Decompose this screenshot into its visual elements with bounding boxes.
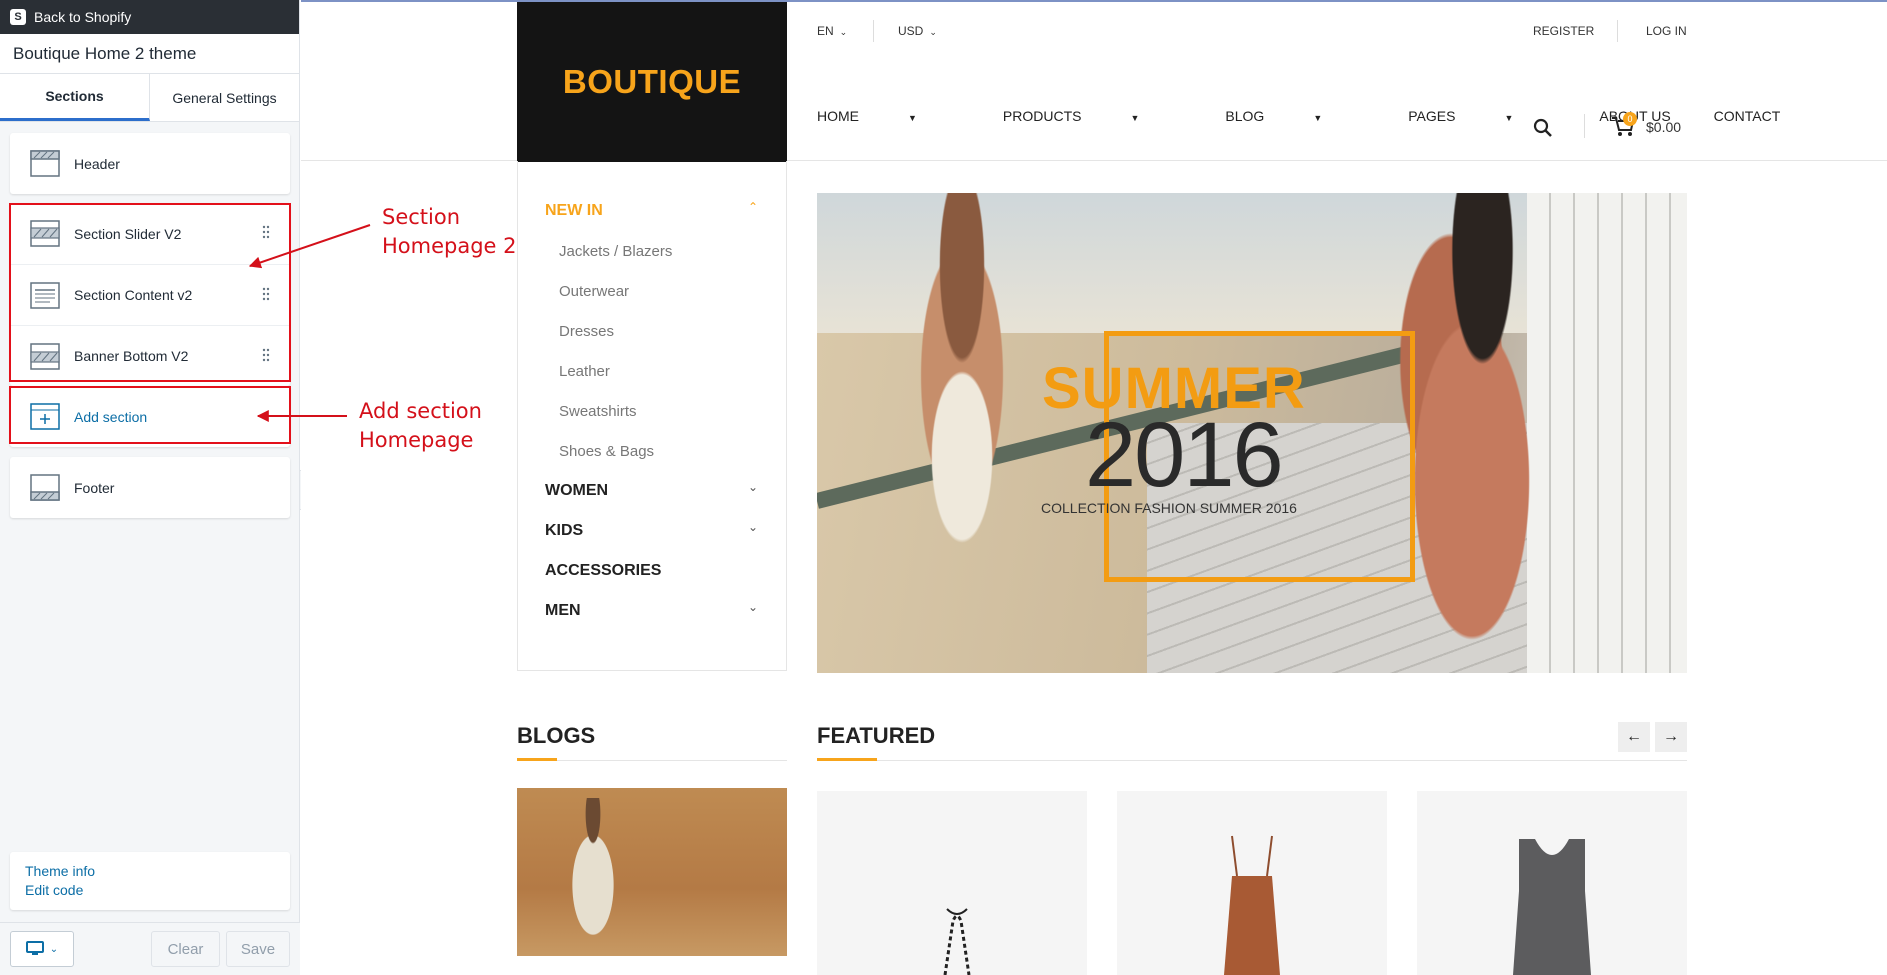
nav-products[interactable]: PRODUCTS ▼ <box>1003 108 1182 124</box>
language-value: EN <box>817 24 834 38</box>
product-card[interactable] <box>817 791 1087 975</box>
shopify-bag-icon: S <box>10 9 26 25</box>
section-label: Header <box>74 155 120 172</box>
sidebar-tabs: Sections General Settings <box>0 74 299 122</box>
subcategory-item[interactable]: Leather <box>559 363 610 380</box>
product-card[interactable] <box>1117 791 1387 975</box>
chevron-down-icon: ⌄ <box>929 27 937 37</box>
language-selector[interactable]: EN ⌄ <box>817 24 847 38</box>
hero-slider[interactable]: SUMMER 2016 COLLECTION FASHION SUMMER 20… <box>817 193 1687 673</box>
back-to-shopify-link[interactable]: S Back to Shopify <box>0 0 299 34</box>
header-section-icon <box>30 150 60 177</box>
category-kids[interactable]: KIDS <box>545 522 583 540</box>
register-link[interactable]: REGISTER <box>1533 24 1594 38</box>
arrow-right-icon: → <box>1663 728 1679 745</box>
theme-links-card: Theme info Edit code <box>10 852 290 910</box>
annotation-section-homepage: Section Homepage 2 <box>382 203 517 261</box>
nav-label: HOME <box>817 108 859 124</box>
annotation-line: Add section <box>359 399 482 423</box>
footer-section-icon <box>30 474 60 501</box>
section-label: Footer <box>74 479 115 496</box>
nav-label: PRODUCTS <box>1002 108 1082 124</box>
tab-general-settings[interactable]: General Settings <box>150 74 299 121</box>
blog-post-image[interactable] <box>517 788 787 956</box>
footer-section-card[interactable]: Footer <box>10 457 290 518</box>
category-women[interactable]: WOMEN <box>545 482 608 500</box>
subcategory-item[interactable]: Sweatshirts <box>559 403 637 420</box>
nav-blog[interactable]: BLOG ▼ <box>1225 108 1365 124</box>
login-link[interactable]: LOG IN <box>1646 24 1687 38</box>
search-icon[interactable] <box>1533 118 1553 138</box>
annotation-line: Homepage 2 <box>382 234 517 258</box>
annotation-line: Section <box>382 205 461 229</box>
category-menu <box>517 161 787 671</box>
chevron-down-icon[interactable]: ⌄ <box>748 480 758 494</box>
add-section-highlight <box>9 386 291 444</box>
caret-down-icon: ▼ <box>1130 113 1140 123</box>
clear-button[interactable]: Clear <box>151 931 220 967</box>
chevron-down-icon[interactable]: ⌄ <box>748 520 758 534</box>
store-logo[interactable]: BOUTIQUE <box>517 2 787 162</box>
subcategory-item[interactable]: Outerwear <box>559 283 629 300</box>
blogs-heading: BLOGS <box>517 723 596 748</box>
subcategory-item[interactable]: Dresses <box>559 323 614 340</box>
theme-info-link[interactable]: Theme info <box>25 862 290 881</box>
hero-model-left <box>867 193 1057 673</box>
currency-value: USD <box>898 24 924 38</box>
featured-heading-rule <box>817 760 1687 761</box>
blogs-heading-accent <box>517 758 557 761</box>
featured-next-button[interactable]: → <box>1655 722 1687 752</box>
subcategory-item[interactable]: Jackets / Blazers <box>559 243 672 260</box>
cart-count-badge: 0 <box>1623 112 1637 126</box>
device-preview-button[interactable]: ⌄ <box>10 931 74 967</box>
top-divider <box>873 20 874 42</box>
desktop-icon <box>25 941 44 955</box>
featured-heading: FEATURED <box>817 723 936 748</box>
top-divider <box>1617 20 1618 42</box>
category-men[interactable]: MEN <box>545 602 581 620</box>
chevron-down-icon: ⌄ <box>839 27 848 37</box>
blogs-heading-rule <box>517 760 787 761</box>
product-image <box>1224 835 1280 975</box>
arrow-left-icon: ← <box>1626 728 1642 745</box>
header-section-card[interactable]: Header <box>10 133 290 194</box>
hero-year: 2016 <box>1085 404 1284 506</box>
editor-bottom-bar: ⌄ Clear Save <box>0 922 300 975</box>
chevron-up-icon[interactable]: ⌃ <box>748 200 758 214</box>
chevron-down-icon[interactable]: ⌄ <box>748 600 758 614</box>
currency-selector[interactable]: USD ⌄ <box>898 24 937 38</box>
theme-title: Boutique Home 2 theme <box>0 34 299 74</box>
subcategory-item[interactable]: Shoes & Bags <box>559 443 654 460</box>
header-divider-vertical <box>1584 114 1585 138</box>
annotation-line: Homepage <box>359 428 474 452</box>
caret-down-icon: ▼ <box>1313 113 1323 123</box>
product-card[interactable] <box>1417 791 1687 975</box>
blog-model <box>557 798 629 956</box>
nav-label: BLOG <box>1225 108 1265 124</box>
category-accessories[interactable]: ACCESSORIES <box>545 562 661 580</box>
caret-down-icon: ▼ <box>908 113 917 123</box>
cart-total[interactable]: $0.00 <box>1646 119 1681 135</box>
homepage-sections-highlight <box>9 203 291 382</box>
section-row-header[interactable]: Header <box>10 133 290 194</box>
nav-contact[interactable]: CONTACT <box>1714 108 1781 124</box>
edit-code-link[interactable]: Edit code <box>25 881 290 900</box>
nav-label: PAGES <box>1408 108 1456 124</box>
featured-heading-accent <box>817 758 877 761</box>
category-new-in[interactable]: NEW IN <box>545 202 603 220</box>
featured-prev-button[interactable]: ← <box>1618 722 1650 752</box>
caret-down-icon: ▼ <box>1504 113 1514 123</box>
product-image <box>943 908 971 975</box>
product-image <box>1513 839 1591 975</box>
hero-caption: COLLECTION FASHION SUMMER 2016 <box>1041 500 1297 516</box>
back-label: Back to Shopify <box>34 9 132 25</box>
section-row-footer[interactable]: Footer <box>10 457 290 518</box>
save-button[interactable]: Save <box>226 931 290 967</box>
tab-sections[interactable]: Sections <box>0 74 150 121</box>
chevron-down-icon: ⌄ <box>49 943 59 955</box>
theme-editor-sidebar: S Back to Shopify Boutique Home 2 theme … <box>0 0 300 975</box>
nav-home[interactable]: HOME ▼ <box>817 108 960 124</box>
annotation-add-section: Add section Homepage <box>359 397 482 455</box>
